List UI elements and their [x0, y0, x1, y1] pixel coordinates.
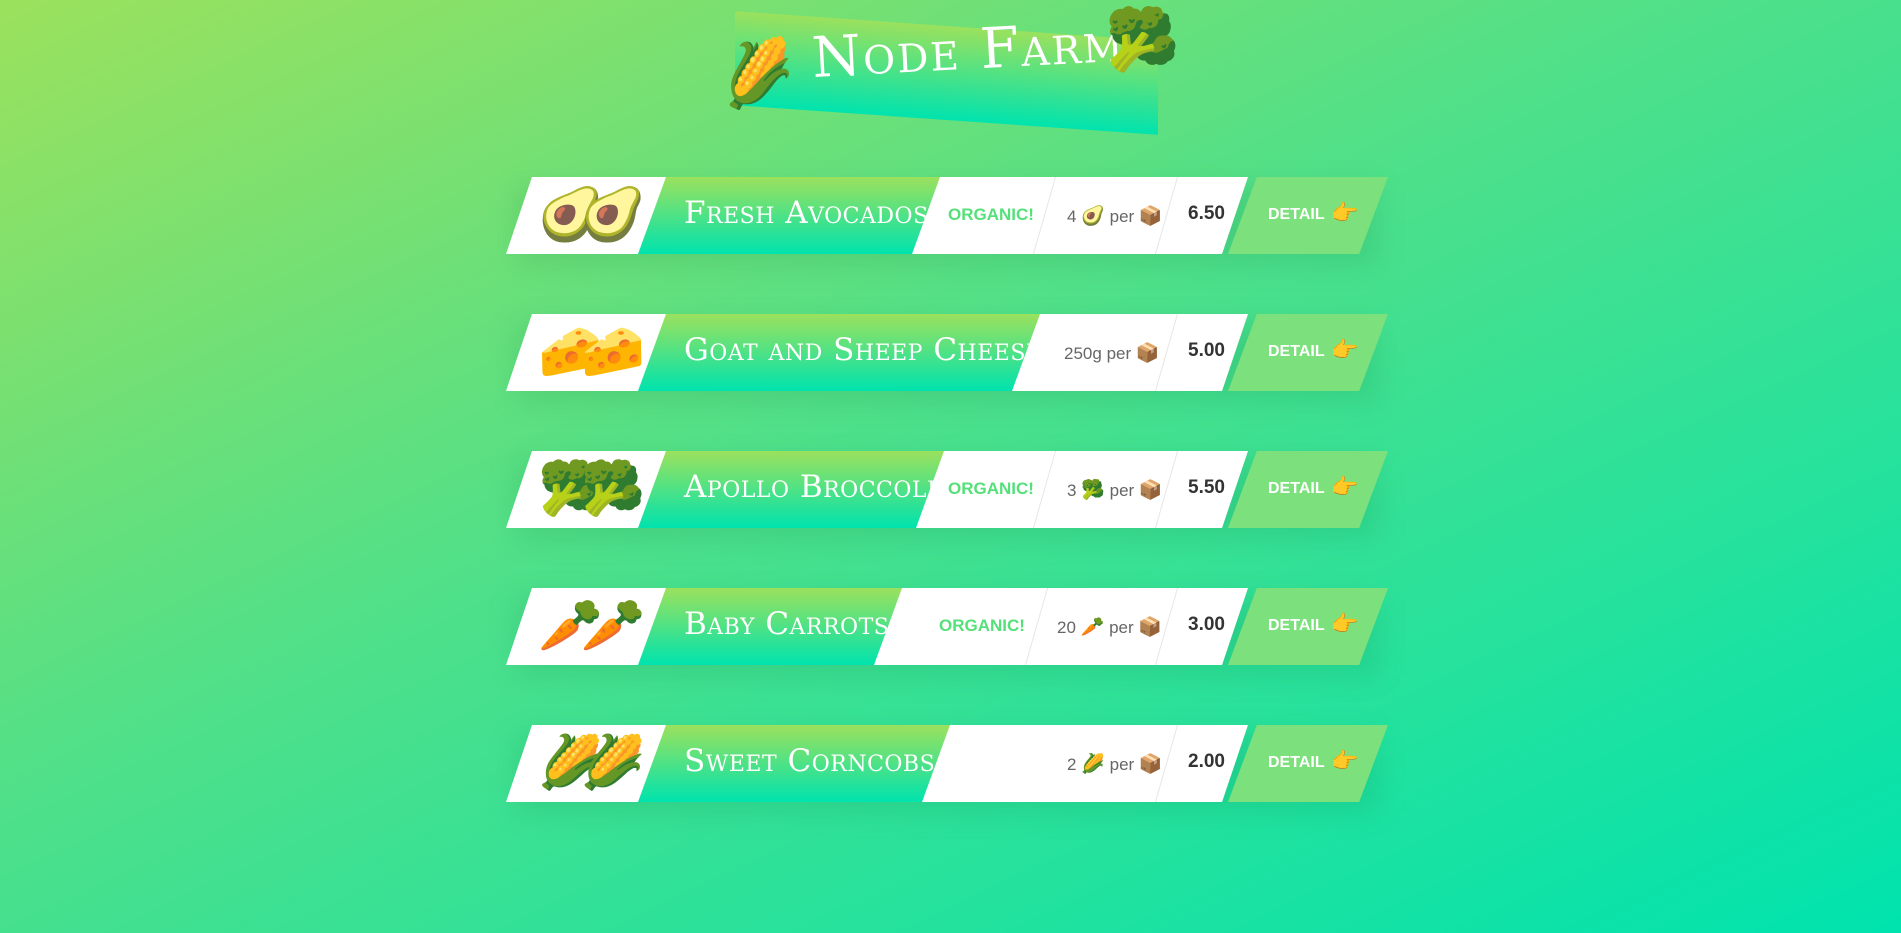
product-name-banner[interactable]: Fresh Avocados: [638, 177, 940, 254]
broccoli-icon: 🥦🥦: [538, 459, 645, 519]
product-name[interactable]: Sweet Corncobs: [684, 743, 935, 779]
corn-icon: 🌽: [1081, 754, 1105, 775]
detail-label[interactable]: DETAIL: [1268, 480, 1325, 498]
broccoli-icon: 🥦: [1081, 480, 1105, 501]
pointing-hand-icon[interactable]: 👉: [1331, 749, 1358, 774]
product-price: 2.00: [1188, 751, 1225, 772]
page-header: 🌽 Node Farm 🥦: [0, 0, 1901, 140]
organic-badge: ORGANIC!: [939, 616, 1025, 635]
pointing-hand-icon[interactable]: 👉: [1331, 201, 1358, 226]
product-quantity: 4 🥑 per 📦: [1067, 206, 1163, 227]
product-name[interactable]: Baby Carrots: [684, 606, 889, 642]
detail-label[interactable]: DETAIL: [1268, 754, 1325, 772]
avocado-icon: 🥑: [1081, 206, 1105, 227]
product-card: 🧀🧀 Goat and Sheep Cheese 250g per 📦 5.00…: [506, 314, 1388, 401]
pointing-hand-icon[interactable]: 👉: [1331, 612, 1358, 637]
avocado-icon: 🥑🥑: [538, 185, 645, 245]
box-icon: 📦: [1138, 206, 1163, 227]
product-name[interactable]: Apollo Broccoli: [684, 469, 936, 505]
organic-badge: ORGANIC!: [948, 479, 1034, 498]
product-name[interactable]: Goat and Sheep Cheese: [684, 332, 1043, 368]
product-card: 🥦🥦 Apollo Broccoli ORGANIC! 3 🥦 per 📦 5.…: [506, 451, 1388, 538]
product-card: 🥑🥑 Fresh Avocados ORGANIC! 4 🥑 per 📦 6.5…: [506, 177, 1388, 264]
pointing-hand-icon[interactable]: 👉: [1331, 475, 1358, 500]
detail-label[interactable]: DETAIL: [1268, 343, 1325, 361]
product-name[interactable]: Fresh Avocados: [684, 195, 929, 231]
product-card: 🌽🌽 Sweet Corncobs 2 🌽 per 📦 2.00 DETAIL …: [506, 725, 1388, 812]
organic-badge: ORGANIC!: [948, 205, 1034, 224]
detail-label[interactable]: DETAIL: [1268, 617, 1325, 635]
product-name-banner[interactable]: Goat and Sheep Cheese: [638, 314, 1040, 391]
product-name-banner[interactable]: Baby Carrots: [638, 588, 902, 665]
product-price: 6.50: [1188, 203, 1225, 224]
box-icon: 📦: [1138, 754, 1163, 775]
broccoli-icon: 🥦: [1105, 5, 1180, 75]
box-icon: 📦: [1138, 480, 1163, 501]
corn-icon: 🌽: [714, 33, 801, 115]
pointing-hand-icon[interactable]: 👉: [1331, 338, 1358, 363]
carrot-icon: 🥕🥕: [538, 596, 645, 656]
product-quantity: 3 🥦 per 📦: [1067, 480, 1163, 501]
product-card: 🥕🥕 Baby Carrots ORGANIC! 20 🥕 per 📦 3.00…: [506, 588, 1388, 675]
corn-icon: 🌽🌽: [538, 733, 645, 793]
product-name-banner[interactable]: Sweet Corncobs: [638, 725, 950, 802]
cheese-icon: 🧀🧀: [538, 322, 645, 382]
product-quantity: 2 🌽 per 📦: [1067, 754, 1163, 775]
product-price: 5.50: [1188, 477, 1225, 498]
product-price: 3.00: [1188, 614, 1225, 635]
product-quantity: 250g per 📦: [1064, 343, 1160, 364]
detail-label[interactable]: DETAIL: [1268, 206, 1325, 224]
product-price: 5.00: [1188, 340, 1225, 361]
product-quantity: 20 🥕 per 📦: [1057, 617, 1163, 638]
product-name-banner[interactable]: Apollo Broccoli: [638, 451, 944, 528]
carrot-icon: 🥕: [1080, 617, 1105, 638]
box-icon: 📦: [1135, 343, 1160, 364]
box-icon: 📦: [1138, 617, 1163, 638]
